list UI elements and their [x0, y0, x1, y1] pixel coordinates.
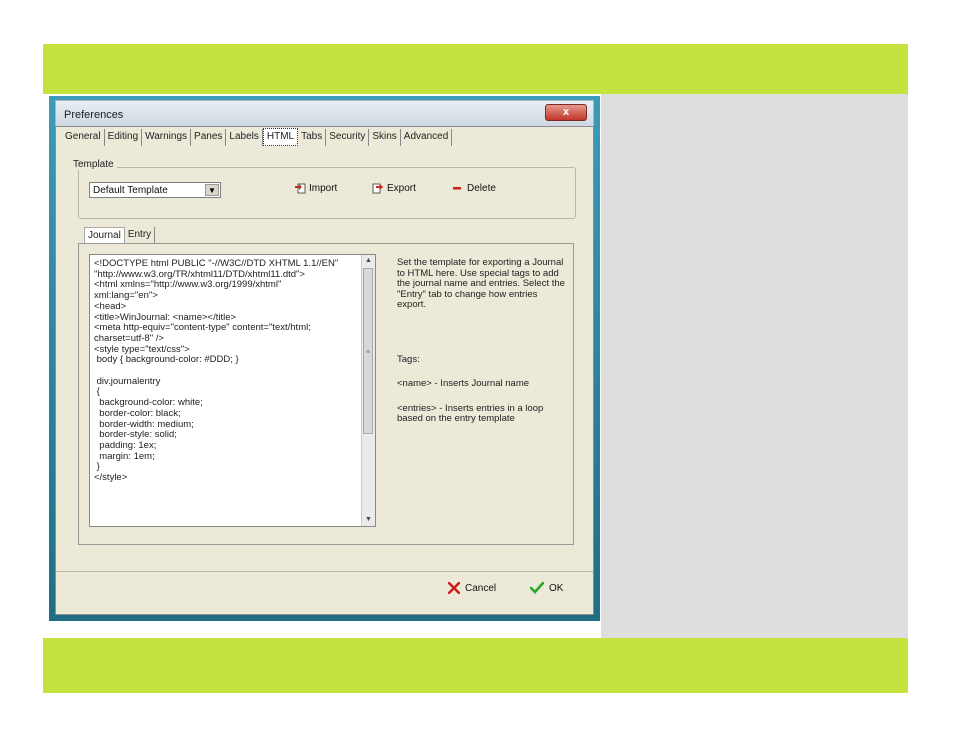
side-panel [601, 94, 908, 638]
ok-button[interactable]: OK [530, 582, 563, 594]
ok-label: OK [549, 582, 564, 594]
export-button[interactable]: Export [372, 182, 416, 194]
cancel-button[interactable]: Cancel [448, 582, 496, 594]
delete-button[interactable]: Delete [452, 182, 496, 194]
cancel-label: Cancel [465, 582, 497, 594]
scrollbar[interactable]: ▲ ≡ ▼ [361, 255, 375, 526]
help-intro: Set the template for exporting a Journal… [397, 257, 565, 310]
delete-label: Delete [467, 182, 496, 194]
bottom-banner [43, 638, 908, 693]
import-label: Import [309, 182, 338, 194]
top-banner [43, 44, 908, 94]
tab-strip: General Editing Warnings Panes Labels HT… [62, 128, 453, 146]
export-label: Export [387, 182, 416, 194]
tab-panes[interactable]: Panes [191, 129, 227, 146]
tab-skins[interactable]: Skins [369, 129, 401, 146]
template-select[interactable]: Default Template ▼ [89, 182, 221, 198]
import-icon [295, 183, 306, 194]
subtab-strip: Journal Entry [84, 227, 156, 243]
tab-security[interactable]: Security [326, 129, 370, 146]
close-button[interactable]: x [545, 104, 587, 121]
tab-advanced[interactable]: Advanced [401, 129, 453, 146]
title-bar[interactable]: Preferences x [55, 100, 594, 127]
help-text: Set the template for exporting a Journal… [397, 257, 567, 425]
template-editor[interactable]: <!DOCTYPE html PUBLIC "-//W3C//DTD XHTML… [89, 254, 376, 527]
tab-general[interactable]: General [62, 129, 105, 146]
tab-html[interactable]: HTML [262, 128, 299, 146]
scroll-down-icon[interactable]: ▼ [362, 514, 375, 526]
tab-warnings[interactable]: Warnings [142, 129, 192, 146]
template-group-title: Template [70, 159, 117, 170]
tab-labels[interactable]: Labels [226, 129, 263, 146]
journal-panel: <!DOCTYPE html PUBLIC "-//W3C//DTD XHTML… [78, 243, 574, 545]
tags-heading: Tags: [397, 353, 420, 365]
dialog-body: General Editing Warnings Panes Labels HT… [55, 126, 594, 615]
subtab-journal[interactable]: Journal [84, 227, 125, 243]
tag-entries-desc: <entries> - Inserts entries in a loop ba… [397, 402, 544, 424]
cancel-x-icon [448, 582, 460, 594]
checkmark-icon [530, 582, 544, 594]
subtab-entry[interactable]: Entry [125, 227, 156, 243]
scroll-thumb[interactable]: ≡ [363, 268, 373, 434]
preferences-window: Preferences x General Editing Warnings P… [49, 96, 600, 621]
footer-divider [56, 571, 593, 572]
close-icon: x [562, 106, 570, 118]
grip-icon: ≡ [366, 349, 371, 356]
window-title: Preferences [64, 109, 124, 121]
export-icon [372, 183, 383, 194]
scroll-up-icon[interactable]: ▲ [362, 255, 375, 267]
minus-icon [453, 187, 461, 190]
tag-name-desc: <name> - Inserts Journal name [397, 378, 530, 389]
chevron-down-icon[interactable]: ▼ [205, 184, 219, 196]
tab-tabs[interactable]: Tabs [298, 129, 327, 146]
template-code[interactable]: <!DOCTYPE html PUBLIC "-//W3C//DTD XHTML… [90, 255, 375, 484]
tab-editing[interactable]: Editing [105, 129, 143, 146]
import-button[interactable]: Import [294, 182, 337, 194]
template-select-value: Default Template [93, 185, 168, 196]
